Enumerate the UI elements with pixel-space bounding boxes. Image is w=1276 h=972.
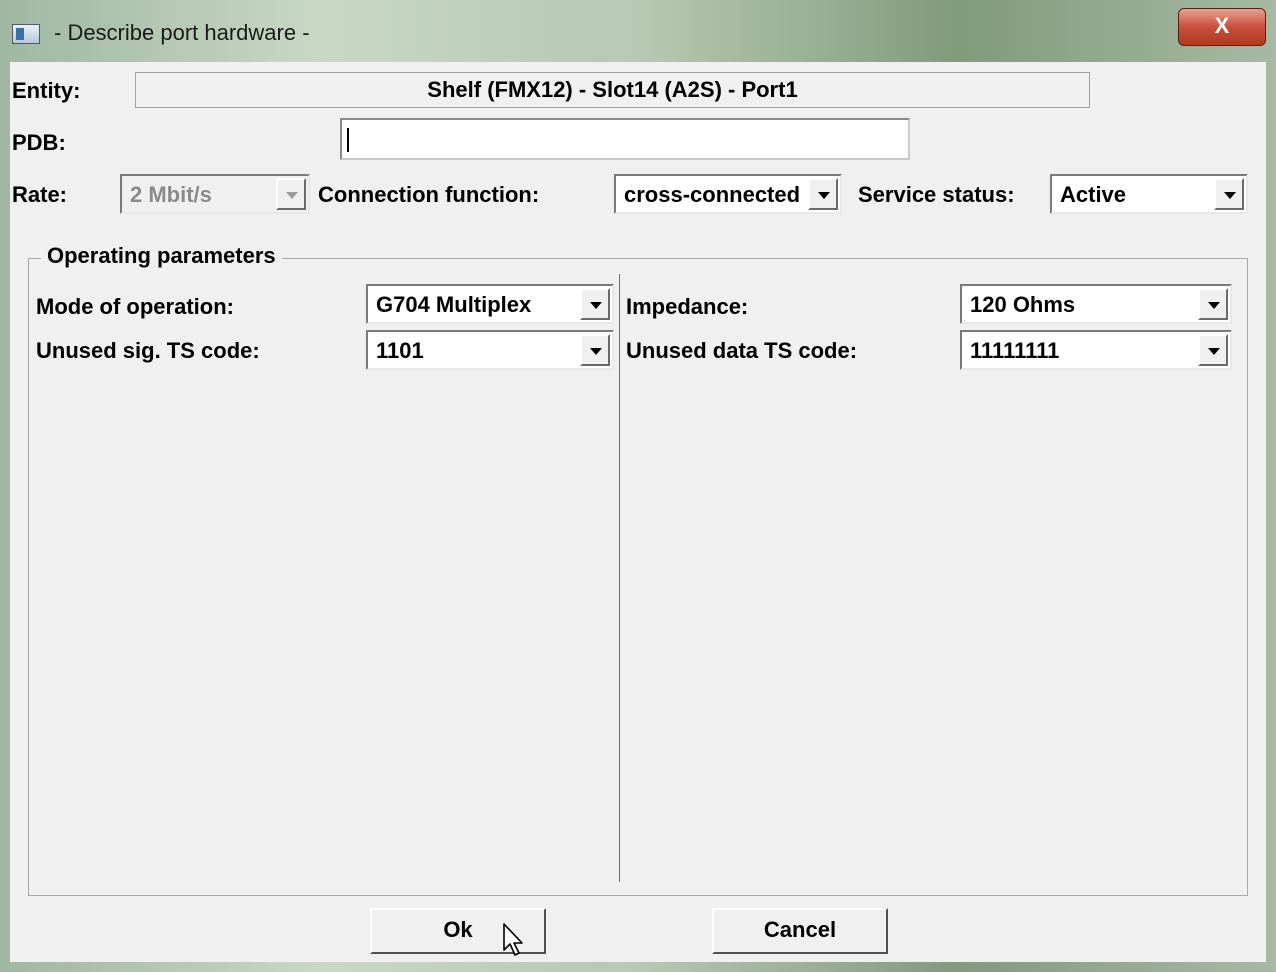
column-divider [619,274,620,882]
mode-of-operation-value: G704 Multiplex [376,292,532,317]
entity-value: Shelf (FMX12) - Slot14 (A2S) - Port1 [135,72,1090,108]
service-status-value: Active [1060,182,1127,207]
connection-function-label: Connection function: [318,182,540,207]
close-button[interactable]: X [1178,8,1266,46]
mode-of-operation-label: Mode of operation: [36,294,234,319]
connection-function-select[interactable]: cross-connected [614,174,842,214]
dialog-window: - Describe port hardware - X Entity: She… [0,0,1276,972]
chevron-down-icon[interactable] [1198,334,1228,366]
impedance-select[interactable]: 120 Ohms [960,284,1232,324]
chevron-down-icon [276,178,306,210]
group-title: Operating parameters [41,243,282,269]
unused-sig-ts-code-label: Unused sig. TS code: [36,338,260,363]
cancel-button[interactable]: Cancel [712,908,888,954]
chevron-down-icon[interactable] [1214,178,1244,210]
pdb-input[interactable] [340,118,910,160]
unused-data-ts-code-select[interactable]: 11111111 [960,330,1232,370]
title-bar[interactable]: - Describe port hardware - X [0,0,1276,62]
impedance-label: Impedance: [626,294,749,319]
window-title: - Describe port hardware - [54,20,310,45]
rate-label: Rate: [12,182,68,207]
pdb-label: PDB: [12,130,66,155]
unused-sig-ts-code-select[interactable]: 1101 [366,330,614,370]
unused-data-ts-code-label: Unused data TS code: [626,338,858,363]
rate-value: 2 Mbit/s [130,182,212,207]
impedance-value: 120 Ohms [970,292,1076,317]
app-window-icon [12,24,40,44]
unused-data-ts-code-value: 11111111 [970,338,1060,363]
rate-select: 2 Mbit/s [120,174,310,214]
mode-of-operation-select[interactable]: G704 Multiplex [366,284,614,324]
chevron-down-icon[interactable] [580,334,610,366]
service-status-select[interactable]: Active [1050,174,1248,214]
chevron-down-icon[interactable] [580,288,610,320]
entity-label: Entity: [12,78,81,103]
unused-sig-ts-code-value: 1101 [376,338,424,363]
dialog-body: Entity: Shelf (FMX12) - Slot14 (A2S) - P… [10,62,1266,962]
connection-function-value: cross-connected [624,182,801,207]
chevron-down-icon[interactable] [1198,288,1228,320]
chevron-down-icon[interactable] [808,178,838,210]
mouse-pointer-icon [503,923,523,956]
service-status-label: Service status: [858,182,1015,207]
text-caret [347,128,349,152]
